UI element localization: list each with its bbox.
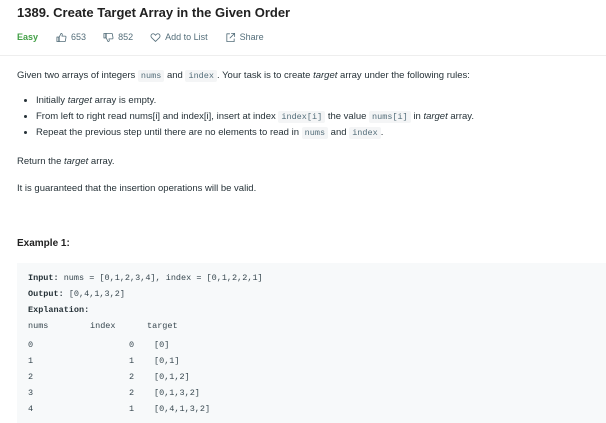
difficulty-badge: Easy — [17, 32, 39, 42]
table-cell: 1 — [129, 356, 135, 366]
code-index: index — [185, 70, 217, 82]
share-button[interactable]: Share — [225, 32, 264, 43]
example-explanation-label: Explanation: — [28, 305, 90, 315]
table-cell: 0 — [28, 340, 34, 350]
header-divider — [0, 55, 606, 56]
table-cell: 2 — [129, 372, 135, 382]
table-cell: 1 — [28, 356, 34, 366]
table-cell: 3 — [28, 388, 34, 398]
table-header-nums: nums — [28, 321, 49, 331]
table-cell: [0,4,1,3,2] — [154, 404, 211, 414]
thumbs-down-icon — [103, 32, 114, 42]
problem-title: 1389. Create Target Array in the Given O… — [17, 5, 291, 20]
return-statement: Return the target array. — [17, 156, 115, 167]
table-cell: [0] — [154, 340, 170, 350]
problem-intro: Given two arrays of integers nums and in… — [17, 70, 470, 82]
table-cell: 2 — [129, 388, 135, 398]
problem-meta-bar: Easy 653 852 Add to List Share — [17, 30, 281, 44]
example-input-line: Input: nums = [0,1,2,3,4], index = [0,1,… — [28, 273, 263, 283]
table-cell: 2 — [28, 372, 34, 382]
dislike-button[interactable]: 852 — [103, 32, 133, 43]
rules-list: Initially target array is empty. From le… — [17, 93, 474, 141]
table-cell: [0,1] — [154, 356, 180, 366]
share-icon — [226, 32, 235, 42]
like-button[interactable]: 653 — [56, 32, 86, 43]
table-cell: 0 — [129, 340, 135, 350]
rule-item: Repeat the previous step until there are… — [36, 125, 474, 141]
share-label: Share — [239, 32, 264, 42]
add-to-list-label: Add to List — [165, 32, 208, 42]
thumbs-up-icon — [56, 32, 67, 42]
like-count: 653 — [71, 32, 87, 42]
table-cell: [0,1,3,2] — [154, 388, 200, 398]
heart-icon — [150, 32, 161, 42]
dislike-count: 852 — [118, 32, 134, 42]
example-code-block: Input: nums = [0,1,2,3,4], index = [0,1,… — [17, 263, 606, 423]
table-header-target: target — [147, 321, 178, 331]
rule-item: From left to right read nums[i] and inde… — [36, 109, 474, 125]
add-to-list-button[interactable]: Add to List — [150, 32, 208, 43]
rule-item: Initially target array is empty. — [36, 93, 474, 109]
guarantee-note: It is guaranteed that the insertion oper… — [17, 183, 257, 194]
table-header-index: index — [90, 321, 116, 331]
example-output-line: Output: [0,4,1,3,2] — [28, 289, 125, 299]
table-cell: 4 — [28, 404, 34, 414]
table-cell: [0,1,2] — [154, 372, 190, 382]
example-heading: Example 1: — [17, 238, 70, 249]
code-nums: nums — [137, 70, 165, 82]
table-cell: 1 — [129, 404, 135, 414]
